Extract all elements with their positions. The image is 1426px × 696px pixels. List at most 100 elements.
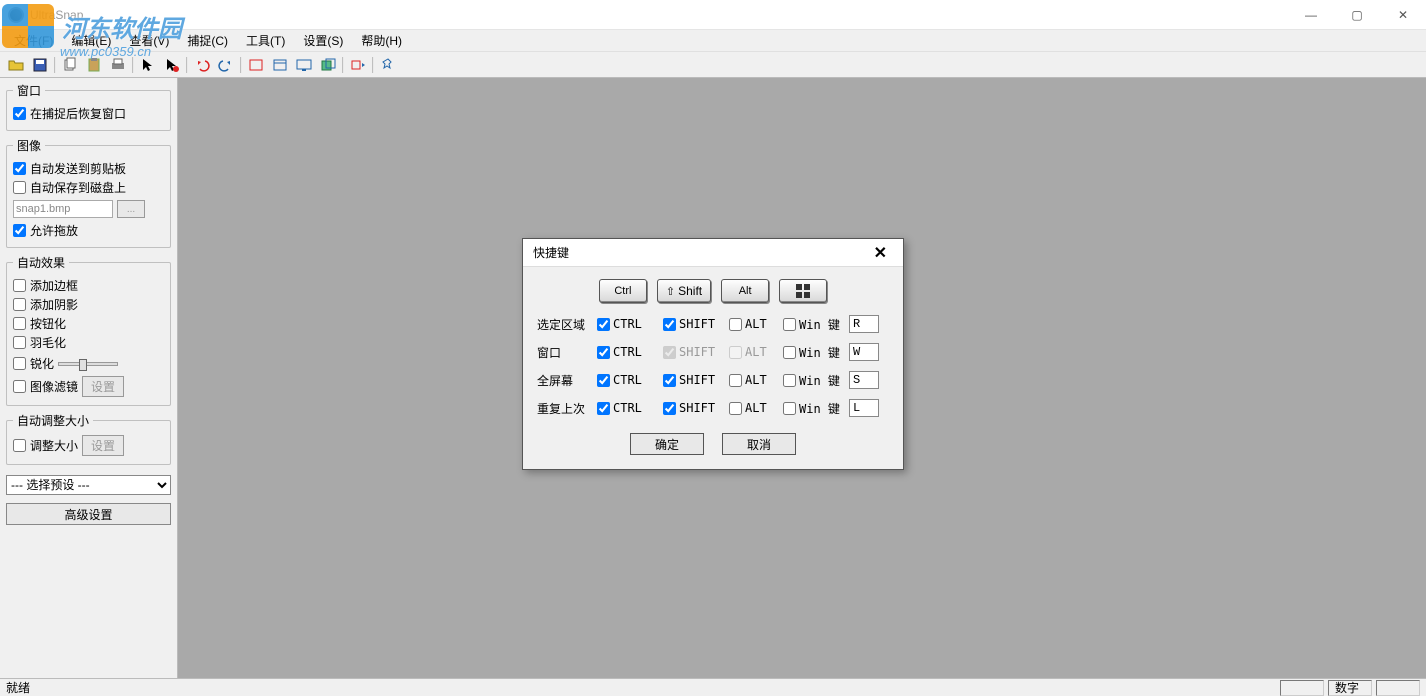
cancel-button[interactable]: 取消 <box>722 433 796 455</box>
auto-resize-group: 自动调整大小 调整大小 设置 <box>6 412 171 465</box>
hotkey-alt-checkbox[interactable]: ALT <box>729 317 783 331</box>
keycap-row: Ctrl ⇧ Shift Alt <box>537 279 889 303</box>
menu-settings[interactable]: 设置(S) <box>295 30 351 51</box>
filename-input <box>13 200 113 218</box>
dialog-close-button[interactable]: ✕ <box>868 241 893 265</box>
image-filter-checkbox[interactable] <box>13 380 26 393</box>
buttonize-checkbox[interactable]: 按钮化 <box>13 315 164 332</box>
toolbar-sep <box>370 54 376 76</box>
preset-select[interactable]: --- 选择预设 --- <box>6 475 171 495</box>
capture-repeat-icon[interactable] <box>346 54 370 76</box>
sidebar: 窗口 在捕捉后恢复窗口 图像 自动发送到剪贴板 自动保存到磁盘上 ... 允许拖… <box>0 78 178 678</box>
menubar: 文件(F) 编辑(E) 查看(V) 捕捉(C) 工具(T) 设置(S) 帮助(H… <box>0 30 1426 52</box>
resize-checkbox[interactable] <box>13 439 26 452</box>
hotkey-row-label: 重复上次 <box>537 400 597 417</box>
browse-button: ... <box>117 200 145 218</box>
toolbar-sep <box>238 54 244 76</box>
hotkey-grid: 选定区域 CTRL SHIFT ALT Win 键窗口 CTRL SHIFT A… <box>537 315 889 417</box>
menu-view[interactable]: 查看(V) <box>121 30 177 51</box>
hotkey-ctrl-checkbox[interactable]: CTRL <box>597 345 663 359</box>
hotkey-key-input[interactable] <box>849 343 879 361</box>
maximize-button[interactable]: ▢ <box>1334 0 1380 30</box>
image-group: 图像 自动发送到剪贴板 自动保存到磁盘上 ... 允许拖放 <box>6 137 171 248</box>
print-icon[interactable] <box>106 54 130 76</box>
hotkey-key-input[interactable] <box>849 371 879 389</box>
status-box-num: 数字 <box>1328 680 1372 696</box>
ctrl-keycap: Ctrl <box>599 279 647 303</box>
hotkey-win-checkbox[interactable]: Win 键 <box>783 316 849 333</box>
toolbar-sep <box>130 54 136 76</box>
pin-icon[interactable] <box>376 54 400 76</box>
app-title: UltraSnap <box>30 8 83 22</box>
menu-tools[interactable]: 工具(T) <box>238 30 293 51</box>
allow-drag-checkbox[interactable]: 允许拖放 <box>13 222 164 239</box>
hotkey-alt-checkbox[interactable]: ALT <box>729 373 783 387</box>
hotkey-ctrl-checkbox[interactable]: CTRL <box>597 373 663 387</box>
app-icon <box>8 7 24 23</box>
window-group-label: 窗口 <box>13 82 45 99</box>
resize-label: 调整大小 <box>30 437 78 454</box>
titlebar: UltraSnap ― ▢ ✕ <box>0 0 1426 30</box>
hotkey-shift-checkbox[interactable]: SHIFT <box>663 401 729 415</box>
capture-object-icon[interactable] <box>316 54 340 76</box>
cursor-icon[interactable] <box>136 54 160 76</box>
menu-capture[interactable]: 捕捉(C) <box>179 30 236 51</box>
win-keycap <box>779 279 827 303</box>
capture-window-icon[interactable] <box>268 54 292 76</box>
statusbar: 就绪 数字 <box>0 678 1426 696</box>
toolbar-sep <box>52 54 58 76</box>
paste-icon[interactable] <box>82 54 106 76</box>
hotkey-key-input[interactable] <box>849 315 879 333</box>
minimize-button[interactable]: ― <box>1288 0 1334 30</box>
copy-icon[interactable] <box>58 54 82 76</box>
status-box-empty <box>1280 680 1324 696</box>
hotkey-ctrl-checkbox[interactable]: CTRL <box>597 317 663 331</box>
hotkey-ctrl-checkbox[interactable]: CTRL <box>597 401 663 415</box>
alt-keycap: Alt <box>721 279 769 303</box>
capture-screen-icon[interactable] <box>292 54 316 76</box>
hotkey-win-checkbox[interactable]: Win 键 <box>783 372 849 389</box>
sharpen-slider[interactable] <box>58 362 118 366</box>
hotkey-row-label: 选定区域 <box>537 316 597 333</box>
status-ready: 就绪 <box>6 679 1276 696</box>
add-shadow-checkbox[interactable]: 添加阴影 <box>13 296 164 313</box>
hotkey-row-label: 全屏幕 <box>537 372 597 389</box>
menu-help[interactable]: 帮助(H) <box>353 30 410 51</box>
image-group-label: 图像 <box>13 137 45 154</box>
auto-effects-group: 自动效果 添加边框 添加阴影 按钮化 羽毛化 锐化 图像滤镜 设置 <box>6 254 171 406</box>
save-icon[interactable] <box>28 54 52 76</box>
undo-icon[interactable] <box>190 54 214 76</box>
capture-region-icon[interactable] <box>244 54 268 76</box>
sharpen-checkbox[interactable]: 锐化 <box>13 355 54 372</box>
hotkey-alt-checkbox[interactable]: ALT <box>729 401 783 415</box>
hotkey-row-label: 窗口 <box>537 344 597 361</box>
image-filter-label: 图像滤镜 <box>30 378 78 395</box>
redo-icon[interactable] <box>214 54 238 76</box>
hotkey-win-checkbox[interactable]: Win 键 <box>783 400 849 417</box>
hotkey-dialog: 快捷键 ✕ Ctrl ⇧ Shift Alt 选定区域 CTRL SHIFT A… <box>522 238 904 470</box>
auto-effects-label: 自动效果 <box>13 254 69 271</box>
menu-edit[interactable]: 编辑(E) <box>63 30 119 51</box>
add-border-checkbox[interactable]: 添加边框 <box>13 277 164 294</box>
advanced-settings-button[interactable]: 高级设置 <box>6 503 171 525</box>
hotkey-shift-checkbox[interactable]: SHIFT <box>663 373 729 387</box>
open-icon[interactable] <box>4 54 28 76</box>
hotkey-shift-checkbox[interactable]: SHIFT <box>663 317 729 331</box>
feather-checkbox[interactable]: 羽毛化 <box>13 334 164 351</box>
hotkey-alt-checkbox: ALT <box>729 345 783 359</box>
restore-after-capture-checkbox[interactable]: 在捕捉后恢复窗口 <box>13 105 164 122</box>
toolbar-sep <box>340 54 346 76</box>
auto-clipboard-checkbox[interactable]: 自动发送到剪贴板 <box>13 160 164 177</box>
dialog-titlebar[interactable]: 快捷键 ✕ <box>523 239 903 267</box>
close-button[interactable]: ✕ <box>1380 0 1426 30</box>
cursor-red-icon[interactable] <box>160 54 184 76</box>
hotkey-key-input[interactable] <box>849 399 879 417</box>
menu-file[interactable]: 文件(F) <box>6 30 61 51</box>
auto-save-disk-checkbox[interactable]: 自动保存到磁盘上 <box>13 179 164 196</box>
resize-settings-button: 设置 <box>82 435 124 456</box>
hotkey-win-checkbox[interactable]: Win 键 <box>783 344 849 361</box>
ok-button[interactable]: 确定 <box>630 433 704 455</box>
shift-keycap: ⇧ Shift <box>657 279 711 303</box>
status-box-empty-2 <box>1376 680 1420 696</box>
auto-resize-label: 自动调整大小 <box>13 412 93 429</box>
